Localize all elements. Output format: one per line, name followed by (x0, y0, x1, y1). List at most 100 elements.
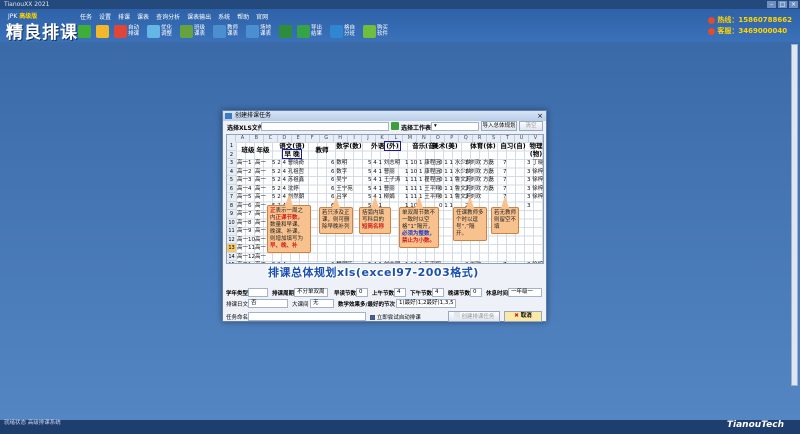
toolbar-button-5[interactable]: 教师课表 (213, 22, 242, 40)
cell-n[interactable]: 5 2 4 曹晓奇 (272, 159, 304, 168)
task-name-input[interactable] (248, 312, 366, 321)
create-task-button[interactable]: 创建排课任务 (448, 311, 500, 322)
row-number[interactable]: 6 (227, 184, 236, 193)
dialog-close-icon[interactable]: × (537, 111, 543, 121)
cell-ss[interactable]: 7 (503, 159, 507, 168)
menu-item-3[interactable]: 课表 (137, 12, 149, 21)
cell-g[interactable]: 高一 (255, 227, 266, 236)
week-rule-select[interactable]: 不分单双周 (294, 288, 328, 297)
column-letter[interactable]: F (306, 135, 320, 142)
cell-c[interactable]: 高一4 (237, 185, 252, 194)
cell-ar[interactable]: 0 1 1 (439, 202, 453, 211)
limit-select[interactable]: 无 (310, 299, 334, 308)
cell-mu[interactable]: 1 11 1 瞿程因 (405, 176, 441, 185)
toolbar-button-4[interactable]: 班级课表 (180, 22, 209, 40)
auto-schedule-checkbox[interactable]: 立即尝试自动排课 (370, 313, 421, 321)
menu-item-2[interactable]: 排课 (118, 12, 130, 21)
row-number[interactable]: 1 (227, 142, 236, 151)
cell-pe[interactable]: 2 刘欢 方磊 (465, 176, 494, 185)
corner-cell[interactable] (227, 135, 236, 142)
cell-g[interactable]: 高一 (255, 202, 266, 211)
cell-mu[interactable]: 1 10 1 康程因 (405, 168, 441, 177)
cell-ph[interactable]: 3 徐梓阳 (527, 261, 543, 263)
cell-c[interactable]: 高一1 (237, 159, 252, 168)
cell-mu[interactable]: 1 11 1 王平翔 (405, 185, 441, 194)
cell-ph[interactable]: 3 徐梓阳 (527, 168, 543, 177)
cell-m[interactable]: 6 吴宁 (331, 176, 347, 185)
close-button[interactable]: × (789, 1, 798, 8)
column-letter[interactable]: E (292, 135, 306, 142)
cell-pe[interactable]: 2 刘欢 方磊 (465, 159, 494, 168)
cell-g[interactable]: 高一 (255, 193, 266, 202)
cell-g[interactable]: 高一 (255, 185, 266, 194)
column-letter[interactable]: S (487, 135, 502, 142)
row-number[interactable]: 12 (227, 235, 236, 244)
cell-c[interactable]: 高一6 (237, 202, 252, 211)
row-number[interactable]: 7 (227, 193, 236, 202)
toolbar-button-6[interactable]: 场地课表 (246, 22, 275, 40)
cell-ss[interactable]: 7 (503, 185, 507, 194)
row-number[interactable]: 14 (227, 252, 236, 261)
column-letter[interactable]: Q (459, 135, 474, 142)
toolbar-button-2[interactable]: 自动排课 (114, 22, 143, 40)
toolbar-button-8[interactable]: 导出结果 (297, 22, 326, 40)
cell-c[interactable]: 高二1 (237, 261, 252, 263)
toolbar-button-0[interactable] (78, 22, 92, 40)
cell-g[interactable]: 高一 (255, 210, 266, 219)
row-number[interactable]: 5 (227, 176, 236, 185)
maximize-button[interactable]: □ (778, 1, 787, 8)
cell-n[interactable]: 5 2 4 沈婷 (272, 185, 299, 194)
cell-c[interactable]: 高一3 (237, 176, 252, 185)
cancel-button[interactable]: ✖ 取消 (504, 311, 542, 322)
menu-item-4[interactable]: 查询分析 (156, 12, 180, 21)
school-type-select[interactable] (248, 288, 268, 297)
cell-m[interactable]: 6 数明 (331, 159, 347, 168)
menu-item-1[interactable]: 设置 (99, 12, 111, 21)
file-path-input[interactable] (261, 122, 389, 131)
vertical-scrollbar[interactable] (791, 44, 798, 386)
cell-g[interactable]: 高一 (255, 176, 266, 185)
cell-c[interactable]: 高一11 (237, 244, 255, 253)
cell-m[interactable]: 6 王宁苑 (331, 185, 353, 194)
cell-m[interactable]: 6 数字 (331, 168, 347, 177)
rest-select[interactable]: 一年级一 (508, 288, 542, 297)
cell-c[interactable]: 高一10 (237, 236, 255, 245)
menu-item-6[interactable]: 系统 (218, 12, 230, 21)
toolbar-button-9[interactable]: 格自分班 (330, 22, 359, 40)
cell-ph[interactable]: 3 徐梓阳 (527, 193, 543, 202)
cell-c[interactable]: 高一12 (237, 253, 255, 262)
start-select[interactable]: 否 (248, 299, 288, 308)
column-letter[interactable]: T (501, 135, 516, 142)
cell-e[interactable]: 5 4 1 刘志明 (368, 159, 400, 168)
row-number[interactable]: 9 (227, 210, 236, 219)
cell-g[interactable]: 高一 (255, 219, 266, 228)
row-number[interactable]: 4 (227, 167, 236, 176)
column-letter[interactable]: N (417, 135, 432, 142)
column-letter[interactable]: V (529, 135, 543, 142)
toolbar-button-10[interactable]: 购买软件 (363, 22, 392, 40)
column-letter[interactable]: H (334, 135, 348, 142)
column-letter[interactable]: R (473, 135, 488, 142)
cell-e[interactable]: 5 4 1 曹丽 (368, 185, 395, 194)
clear-button[interactable]: 清空 (519, 121, 543, 131)
toolbar-button-3[interactable]: 优化调整 (147, 22, 176, 40)
cell-e[interactable]: 5 4 1 王子涛 (368, 176, 400, 185)
cell-pe[interactable]: 2 刘欢 方磊 (465, 185, 494, 194)
row-number[interactable]: 2 (227, 150, 236, 159)
cell-ph[interactable]: 3 (527, 202, 531, 211)
cell-g[interactable]: 高一 (255, 159, 266, 168)
column-letter[interactable]: I (348, 135, 362, 142)
minimize-button[interactable]: – (767, 1, 776, 8)
cell-ph[interactable]: 3 徐梓阳 (527, 176, 543, 185)
evening-select[interactable]: 0 (470, 288, 482, 297)
cell-c[interactable]: 高一8 (237, 219, 252, 228)
cell-c[interactable]: 高一2 (237, 168, 252, 177)
column-letter[interactable]: J (362, 135, 376, 142)
menu-item-5[interactable]: 课表输出 (187, 12, 211, 21)
cell-pe[interactable]: 2 刘欢 方磊 (465, 168, 494, 177)
cell-c[interactable]: 高一9 (237, 227, 252, 236)
cell-g[interactable]: 高二 (255, 261, 266, 263)
cell-g[interactable]: 高一 (255, 168, 266, 177)
row-number[interactable]: 8 (227, 201, 236, 210)
cell-g[interactable]: 高一 (255, 253, 266, 262)
